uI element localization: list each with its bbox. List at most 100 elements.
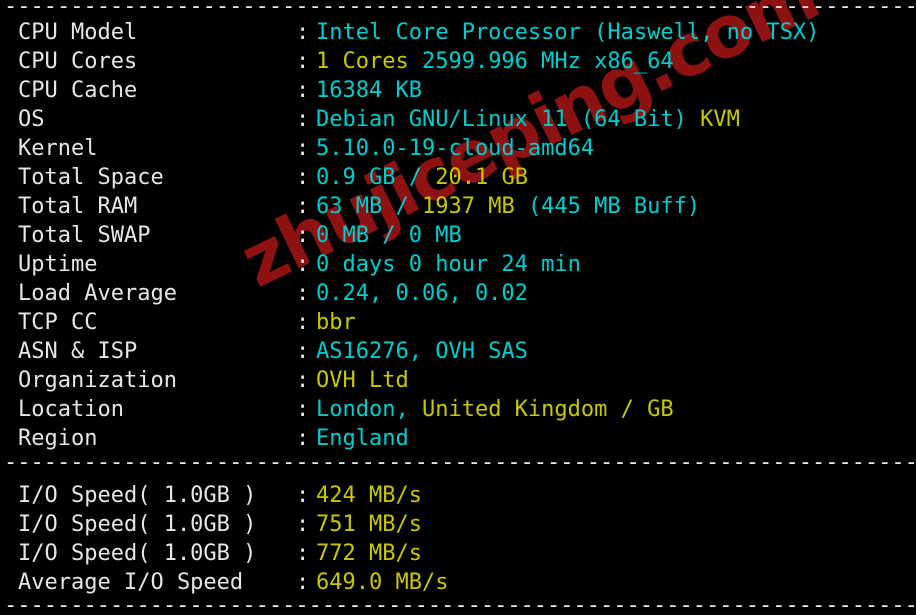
value-segment: / bbox=[408, 165, 436, 190]
info-row: CPU Cache:16384 KB bbox=[0, 76, 916, 105]
value-segment: 649.0 MB/s bbox=[316, 570, 449, 595]
value-segment: AS16276, OVH SAS bbox=[316, 339, 528, 364]
value-segment: 1 Cores bbox=[316, 49, 409, 74]
row-label: Location bbox=[18, 397, 124, 422]
row-value: 0.24, 0.06, 0.02 bbox=[316, 279, 528, 308]
row-value: 0 days 0 hour 24 min bbox=[316, 250, 581, 279]
value-segment: 0.24, 0.06, 0.02 bbox=[316, 281, 528, 306]
separator-bottom: ----------------------------------------… bbox=[4, 599, 916, 613]
value-segment: 0 days 0 hour 24 min bbox=[316, 252, 581, 277]
row-colon: : bbox=[296, 310, 310, 335]
value-segment: England bbox=[316, 426, 409, 451]
row-colon: : bbox=[296, 223, 310, 248]
row-label: Total SWAP bbox=[18, 223, 151, 248]
info-row: Location: London, United Kingdom / GB bbox=[0, 395, 916, 424]
row-colon: : bbox=[296, 368, 310, 393]
row-value: London, United Kingdom / GB bbox=[316, 395, 674, 424]
info-row: OS: Debian GNU/Linux 11 (64 Bit) KVM bbox=[0, 105, 916, 134]
value-segment: 751 MB/s bbox=[316, 512, 422, 537]
value-segment: 0 MB / 0 MB bbox=[316, 223, 462, 248]
row-colon: : bbox=[296, 541, 310, 566]
row-value: Debian GNU/Linux 11 (64 Bit) KVM bbox=[316, 105, 740, 134]
value-segment: Intel Core Processor (Haswell, no TSX) bbox=[316, 20, 820, 45]
row-value: 1 Cores 2599.996 MHz x86_64 bbox=[316, 47, 674, 76]
row-label: CPU Cache bbox=[18, 78, 138, 103]
info-row: TCP CC: bbr bbox=[0, 308, 916, 337]
row-colon: : bbox=[296, 107, 310, 132]
row-value: bbr bbox=[316, 308, 356, 337]
value-segment: 63 MB / bbox=[316, 194, 422, 219]
row-value: 16384 KB bbox=[316, 76, 422, 105]
info-row: Kernel:5.10.0-19-cloud-amd64 bbox=[0, 134, 916, 163]
info-row: Organization: OVH Ltd bbox=[0, 366, 916, 395]
info-row: I/O Speed( 1.0GB ):424 MB/s bbox=[0, 481, 916, 510]
row-colon: : bbox=[296, 194, 310, 219]
info-row: Uptime:0 days 0 hour 24 min bbox=[0, 250, 916, 279]
row-label: Load Average bbox=[18, 281, 177, 306]
row-label: Average I/O Speed bbox=[18, 570, 244, 595]
row-colon: : bbox=[296, 252, 310, 277]
info-row: ASN & ISP: AS16276, OVH SAS bbox=[0, 337, 916, 366]
separator-top: ----------------------------------------… bbox=[4, 0, 916, 14]
value-segment: United Kingdom / GB bbox=[421, 397, 674, 422]
row-colon: : bbox=[296, 512, 310, 537]
row-label: CPU Model bbox=[18, 20, 138, 45]
info-row: I/O Speed( 1.0GB ):751 MB/s bbox=[0, 510, 916, 539]
value-segment: 2599.996 MHz x86_64 bbox=[408, 49, 674, 74]
row-label: Kernel bbox=[18, 136, 98, 161]
row-value: 424 MB/s bbox=[316, 481, 422, 510]
row-label: Organization bbox=[18, 368, 177, 393]
info-row: Total RAM:63 MB / 1937 MB (445 MB Buff) bbox=[0, 192, 916, 221]
terminal-window: zhujiceping.com ------------------------… bbox=[0, 0, 916, 615]
row-value: 5.10.0-19-cloud-amd64 bbox=[316, 134, 594, 163]
row-label: Uptime bbox=[18, 252, 98, 277]
separator-middle: ----------------------------------------… bbox=[4, 456, 916, 470]
row-label: ASN & ISP bbox=[18, 339, 138, 364]
info-row: Total Space:0.9 GB / 20.1 GB bbox=[0, 163, 916, 192]
row-value: 772 MB/s bbox=[316, 539, 422, 568]
value-segment: 16384 KB bbox=[316, 78, 422, 103]
row-value: 63 MB / 1937 MB (445 MB Buff) bbox=[316, 192, 700, 221]
value-segment: 0.9 GB bbox=[316, 165, 409, 190]
info-row: CPU Cores:1 Cores 2599.996 MHz x86_64 bbox=[0, 47, 916, 76]
row-value: 0 MB / 0 MB bbox=[316, 221, 462, 250]
row-colon: : bbox=[296, 136, 310, 161]
value-segment: 5.10.0-19-cloud-amd64 bbox=[316, 136, 595, 161]
row-colon: : bbox=[296, 20, 310, 45]
row-colon: : bbox=[296, 49, 310, 74]
value-segment: 20.1 GB bbox=[435, 165, 528, 190]
row-colon: : bbox=[296, 426, 310, 451]
row-label: I/O Speed( 1.0GB ) bbox=[18, 483, 257, 508]
value-segment: KVM bbox=[700, 107, 740, 132]
row-value: 751 MB/s bbox=[316, 510, 422, 539]
info-row: Total SWAP:0 MB / 0 MB bbox=[0, 221, 916, 250]
row-value: 0.9 GB / 20.1 GB bbox=[316, 163, 528, 192]
terminal-output: ----------------------------------------… bbox=[0, 0, 916, 613]
value-segment: 424 MB/s bbox=[316, 483, 422, 508]
row-value: OVH Ltd bbox=[316, 366, 409, 395]
row-colon: : bbox=[296, 339, 310, 364]
value-segment: bbr bbox=[316, 310, 356, 335]
value-segment: OVH Ltd bbox=[316, 368, 409, 393]
info-row: I/O Speed( 1.0GB ):772 MB/s bbox=[0, 539, 916, 568]
row-value: England bbox=[316, 424, 409, 453]
row-label: Total Space bbox=[18, 165, 164, 190]
row-colon: : bbox=[296, 570, 310, 595]
value-segment: London, bbox=[316, 397, 422, 422]
row-label: OS bbox=[18, 107, 45, 132]
row-value: 649.0 MB/s bbox=[316, 568, 448, 597]
value-segment: 772 MB/s bbox=[316, 541, 422, 566]
row-label: CPU Cores bbox=[18, 49, 138, 74]
row-value: Intel Core Processor (Haswell, no TSX) bbox=[316, 18, 819, 47]
row-value: AS16276, OVH SAS bbox=[316, 337, 528, 366]
row-label: TCP CC bbox=[18, 310, 98, 335]
info-row: CPU Model: Intel Core Processor (Haswell,… bbox=[0, 18, 916, 47]
row-colon: : bbox=[296, 281, 310, 306]
row-label: I/O Speed( 1.0GB ) bbox=[18, 512, 257, 537]
value-segment: (445 MB Buff) bbox=[527, 194, 701, 219]
row-colon: : bbox=[296, 483, 310, 508]
row-label: Region bbox=[18, 426, 98, 451]
value-segment: 1937 MB bbox=[421, 194, 528, 219]
row-label: I/O Speed( 1.0GB ) bbox=[18, 541, 257, 566]
row-colon: : bbox=[296, 78, 310, 103]
